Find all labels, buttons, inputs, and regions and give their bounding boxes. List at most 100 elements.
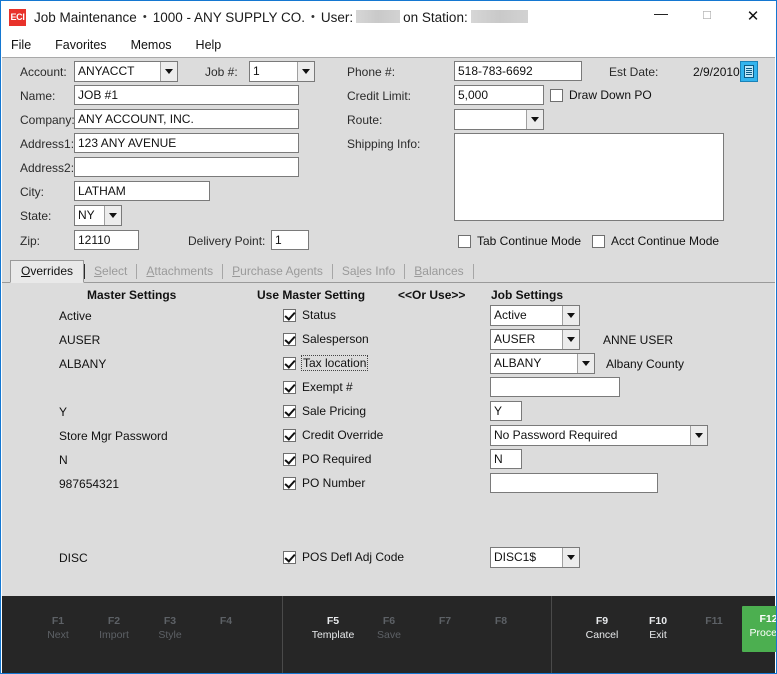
fn-key-f12-label: Process (749, 627, 777, 639)
menu-item-help[interactable]: Help (195, 36, 232, 54)
city-input[interactable]: LATHAM (74, 181, 210, 201)
menu-item-file[interactable]: File (10, 36, 41, 54)
use-master-po-number-label: PO Number (302, 476, 366, 490)
job-pos-defl-adj-code-combo-value: DISC1$ (494, 550, 537, 564)
tab-attachments[interactable]: Attachments (137, 261, 222, 282)
account-combo[interactable]: ANYACCT (74, 61, 178, 82)
job-tax-location-combo[interactable]: ALBANY (490, 353, 595, 374)
tab-divider (472, 264, 474, 279)
use-master-status-checkbox[interactable] (283, 308, 296, 322)
zip-label: Zip: (20, 234, 41, 248)
tab-purchase-agents[interactable]: Purchase Agents (223, 261, 332, 282)
job-po-required-input[interactable]: N (490, 449, 522, 469)
chevron-down-icon[interactable] (297, 62, 314, 81)
acct-continue-mode-label: Acct Continue Mode (611, 234, 720, 248)
minimize-button[interactable]: — (638, 1, 684, 32)
acct-continue-mode-row[interactable]: Acct Continue Mode (592, 234, 719, 248)
use-master-po-number-row[interactable]: PO Number (283, 476, 365, 490)
fn-key-f10-exit[interactable]: F10 Exit (630, 596, 686, 642)
use-master-po-required-row[interactable]: PO Required (283, 452, 371, 466)
fn-key-f12-process[interactable]: F12 Process (742, 606, 777, 652)
use-master-sale-pricing-row[interactable]: Sale Pricing (283, 404, 366, 418)
close-button[interactable]: ✕ (730, 1, 776, 32)
tab-balances[interactable]: Balances (405, 261, 472, 282)
fn-key-f11[interactable]: F11 (686, 596, 742, 628)
use-master-sale-pricing-checkbox[interactable] (283, 404, 296, 418)
fn-key-f4[interactable]: F4 (198, 596, 254, 628)
chevron-down-icon[interactable] (526, 110, 543, 129)
tab-continue-mode-checkbox[interactable] (458, 234, 471, 248)
use-master-credit-override-checkbox[interactable] (283, 428, 296, 442)
chevron-down-icon[interactable] (690, 426, 707, 445)
job-po-number-input[interactable] (490, 473, 658, 493)
use-master-salesperson-row[interactable]: Salesperson (283, 332, 369, 346)
state-combo[interactable]: NY (74, 205, 122, 226)
chevron-down-icon[interactable] (577, 354, 594, 373)
job-exempt-number-input[interactable] (490, 377, 620, 397)
job-status-combo[interactable]: Active (490, 305, 580, 326)
use-master-exempt-number-checkbox[interactable] (283, 380, 296, 394)
master-value-pos-defl-adj-code: DISC (59, 551, 88, 565)
column-header-master-settings: Master Settings (87, 288, 177, 302)
tab-overrides[interactable]: Overrides (10, 260, 85, 283)
use-master-po-number-checkbox[interactable] (283, 476, 296, 490)
draw-down-po-checkbox[interactable] (550, 88, 563, 102)
tab-attachments-label: ttachments (154, 264, 214, 278)
tab-continue-mode-row[interactable]: Tab Continue Mode (458, 234, 581, 248)
route-combo[interactable] (454, 109, 544, 130)
company-input[interactable]: ANY ACCOUNT, INC. (74, 109, 299, 129)
overrides-panel: Master Settings Use Master Setting <<Or … (2, 283, 775, 597)
fn-key-f8[interactable]: F8 (473, 596, 529, 628)
menu-item-favorites[interactable]: Favorites (54, 36, 116, 54)
menu-item-memos[interactable]: Memos (130, 36, 182, 54)
address1-input[interactable]: 123 ANY AVENUE (74, 133, 299, 153)
fn-key-f5-code: F5 (326, 615, 340, 627)
job-sale-pricing-input[interactable]: Y (490, 401, 522, 421)
draw-down-po-checkbox-row[interactable]: Draw Down PO (550, 88, 652, 102)
phone-input[interactable]: 518-783-6692 (454, 61, 582, 81)
job-salesperson-combo[interactable]: AUSER (490, 329, 580, 350)
master-value-salesperson: AUSER (59, 333, 101, 347)
chevron-down-icon[interactable] (562, 330, 579, 349)
fn-key-f9-cancel[interactable]: F9 Cancel (574, 596, 630, 642)
use-master-status-row[interactable]: Status (283, 308, 336, 322)
chevron-down-icon[interactable] (562, 548, 579, 567)
address2-input[interactable] (74, 157, 299, 177)
use-master-tax-location-checkbox[interactable] (283, 356, 296, 370)
tab-sales-info[interactable]: Sales Info (333, 261, 404, 282)
maximize-button[interactable]: ☐ (684, 1, 730, 32)
name-input[interactable]: JOB #1 (74, 85, 299, 105)
use-master-credit-override-label: Credit Override (302, 428, 384, 442)
use-master-pos-defl-adj-code-checkbox[interactable] (283, 550, 296, 564)
notes-icon-button[interactable] (740, 61, 758, 82)
fn-key-f2-import[interactable]: F2 Import (86, 596, 142, 642)
credit-limit-input[interactable]: 5,000 (454, 85, 544, 105)
section-tabs: Overrides Select Attachments Purchase Ag… (2, 260, 775, 283)
chevron-down-icon[interactable] (104, 206, 121, 225)
job-pos-defl-adj-code-combo[interactable]: DISC1$ (490, 547, 580, 568)
fn-key-f7[interactable]: F7 (417, 596, 473, 628)
use-master-salesperson-checkbox[interactable] (283, 332, 296, 346)
use-master-tax-location-row[interactable]: Tax location (283, 355, 369, 371)
zip-input[interactable]: 12110 (74, 230, 139, 250)
use-master-exempt-number-row[interactable]: Exempt # (283, 380, 353, 394)
tab-select[interactable]: Select (85, 261, 136, 282)
use-master-po-required-checkbox[interactable] (283, 452, 296, 466)
use-master-credit-override-row[interactable]: Credit Override (283, 428, 383, 442)
chevron-down-icon[interactable] (160, 62, 177, 81)
fn-key-f1-next[interactable]: F1 Next (30, 596, 86, 642)
delivery-point-label: Delivery Point: (188, 234, 266, 248)
shipping-info-textarea[interactable] (454, 133, 724, 221)
tab-balances-label: alances (422, 264, 464, 278)
use-master-pos-defl-adj-code-row[interactable]: POS Defl Adj Code (283, 550, 404, 564)
chevron-down-icon[interactable] (562, 306, 579, 325)
station-label: on Station: (403, 9, 468, 25)
job-credit-override-combo[interactable]: No Password Required (490, 425, 708, 446)
fn-key-f3-style[interactable]: F3 Style (142, 596, 198, 642)
fn-key-f4-code: F4 (219, 615, 233, 627)
acct-continue-mode-checkbox[interactable] (592, 234, 605, 248)
job-number-combo[interactable]: 1 (249, 61, 315, 82)
fn-key-f5-template[interactable]: F5 Template (305, 596, 361, 642)
delivery-point-input[interactable]: 1 (271, 230, 309, 250)
fn-key-f6-save[interactable]: F6 Save (361, 596, 417, 642)
